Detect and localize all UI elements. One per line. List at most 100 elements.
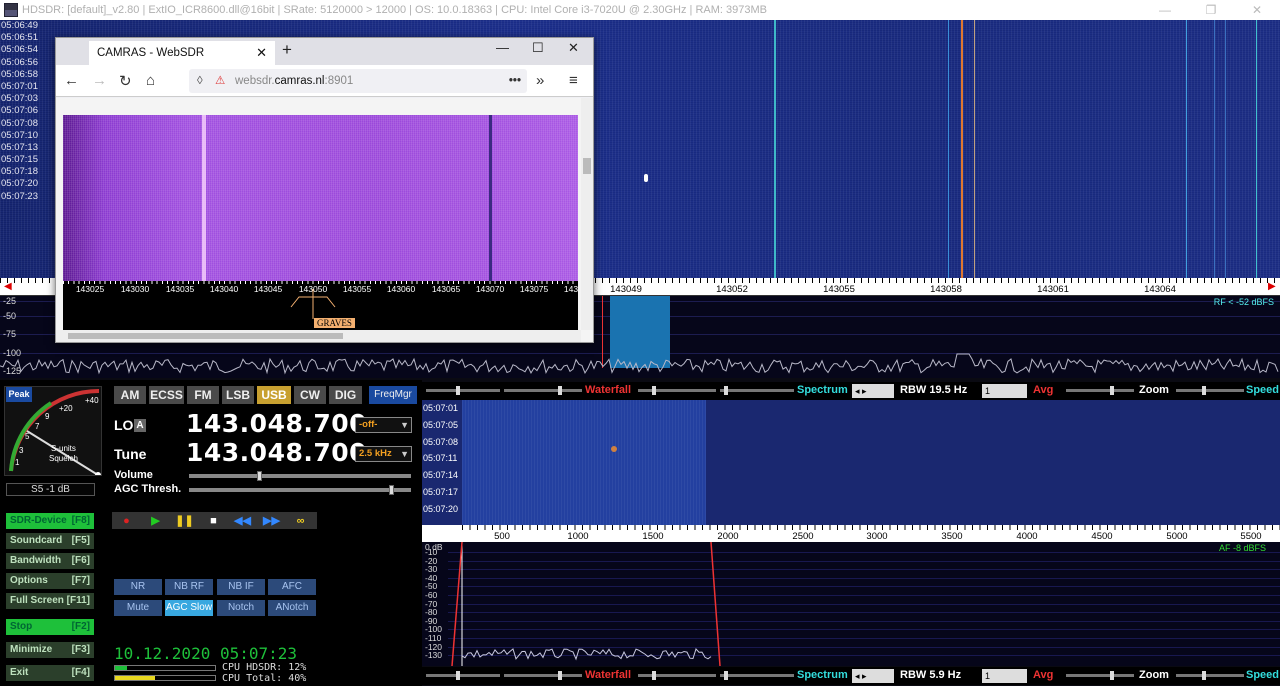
record-icon[interactable]: ●	[112, 515, 141, 527]
websdr-waterfall[interactable]	[63, 115, 578, 281]
slider-knob[interactable]	[257, 471, 262, 481]
browser-tab[interactable]: CAMRAS - WebSDR ✕	[89, 41, 275, 65]
mode-ecss-button[interactable]: ECSS	[149, 386, 184, 404]
page-actions-icon[interactable]: •••	[509, 69, 521, 93]
slider-knob[interactable]	[724, 386, 728, 395]
new-tab-icon[interactable]: +	[282, 40, 292, 60]
horizontal-scrollbar[interactable]	[56, 330, 581, 342]
af-spectrum[interactable]: 0 dB -10 -20 -30 -40 -50 -60 -70 -80 -90 -100 -110…	[422, 542, 1280, 666]
loop-icon[interactable]: ∞	[286, 515, 315, 527]
mute-button[interactable]: Mute	[114, 600, 162, 616]
spectrum-range-slider[interactable]	[720, 386, 794, 395]
scroll-left-icon[interactable]: ◀	[4, 281, 12, 292]
slider-knob[interactable]	[652, 671, 656, 680]
af-waterfall-brightness-slider[interactable]	[504, 671, 582, 680]
full-screen-button[interactable]: Full Screen [F11]	[6, 593, 94, 609]
agc-thresh-slider[interactable]	[189, 485, 411, 495]
mode-usb-button[interactable]: USB	[257, 386, 291, 404]
zoom-slider[interactable]	[1176, 386, 1244, 395]
scrollbar-thumb[interactable]	[68, 333, 343, 339]
mode-am-button[interactable]: AM	[114, 386, 146, 404]
af-rbw-stepper[interactable]: ◂ ▸	[852, 669, 894, 683]
sdr-device-button[interactable]: SDR-Device [F8]	[6, 513, 94, 529]
af-scale-label: 5500	[1240, 531, 1262, 542]
slider-knob[interactable]	[1202, 671, 1206, 680]
slider-knob[interactable]	[558, 671, 562, 680]
slider-knob[interactable]	[456, 671, 460, 680]
minimize-window-icon[interactable]: —	[1142, 0, 1188, 20]
slider-knob[interactable]	[389, 485, 394, 495]
url-bar[interactable]: ◊ ⚠ websdr.camras.nl:8901 •••	[189, 69, 527, 93]
waterfall-contrast-slider[interactable]	[426, 386, 500, 395]
fast-forward-icon[interactable]: ▶▶	[257, 514, 286, 527]
scroll-right-icon[interactable]: ▶	[1268, 281, 1276, 292]
home-icon[interactable]: ⌂	[146, 72, 155, 89]
meter-scale-label: +40	[85, 396, 99, 405]
afc-button[interactable]: AFC	[268, 579, 316, 595]
af-avg-dropdown[interactable]: 1	[982, 669, 1027, 683]
close-tab-icon[interactable]: ✕	[256, 41, 267, 65]
bandwidth-button[interactable]: Bandwidth [F6]	[6, 553, 94, 569]
notch-button[interactable]: Notch	[217, 600, 265, 616]
af-waterfall[interactable]: 05:07:01 05:07:05 05:07:08 05:07:11 05:0…	[422, 400, 1280, 525]
browser-minimize-icon[interactable]: —	[496, 40, 509, 55]
mode-dig-button[interactable]: DIG	[329, 386, 362, 404]
menu-icon[interactable]: ≡	[569, 72, 578, 89]
avg-slider[interactable]	[1066, 386, 1134, 395]
agc-slow-button[interactable]: AGC Slow	[165, 600, 213, 616]
freqmgr-button[interactable]: FreqMgr	[369, 386, 417, 404]
af-zoom-slider[interactable]	[1176, 671, 1244, 680]
lo-frequency[interactable]: 143.048.700	[186, 409, 367, 438]
af-spectrum-level-slider[interactable]	[638, 671, 716, 680]
tune-frequency[interactable]: 143.048.700	[186, 438, 367, 467]
spectrum-level-slider[interactable]	[638, 386, 716, 395]
lo-a-button[interactable]: A	[134, 419, 146, 432]
slider-knob[interactable]	[724, 671, 728, 680]
bandwidth-dropdown[interactable]: 2.5 kHz ▼	[355, 446, 412, 462]
avg-dropdown[interactable]: 1	[982, 384, 1027, 398]
stop-button[interactable]: Stop [F2]	[6, 619, 94, 635]
peak-button[interactable]: Peak	[6, 387, 32, 402]
nr-button[interactable]: NR	[114, 579, 162, 595]
restore-icon[interactable]: ❐	[1188, 0, 1234, 20]
mode-cw-button[interactable]: CW	[294, 386, 326, 404]
scrollbar-thumb[interactable]	[583, 158, 591, 174]
browser-maximize-icon[interactable]: ☐	[532, 40, 544, 56]
af-avg-slider[interactable]	[1066, 671, 1134, 680]
options-button[interactable]: Options [F7]	[6, 573, 94, 589]
stop-icon[interactable]: ■	[199, 515, 228, 527]
forward-icon[interactable]: →	[92, 72, 107, 89]
rbw-stepper[interactable]: ◂ ▸	[852, 384, 894, 398]
close-icon[interactable]: ✕	[1234, 0, 1280, 20]
rewind-icon[interactable]: ◀◀	[228, 514, 257, 527]
shield-icon[interactable]: ◊	[197, 69, 203, 93]
exit-button[interactable]: Exit [F4]	[6, 665, 94, 681]
soundcard-button[interactable]: Soundcard [F5]	[6, 533, 94, 549]
nb-if-button[interactable]: NB IF	[217, 579, 265, 595]
mode-lsb-button[interactable]: LSB	[222, 386, 254, 404]
insecure-lock-icon[interactable]: ⚠	[215, 69, 225, 93]
minimize-button[interactable]: Minimize [F3]	[6, 642, 94, 658]
nb-rf-button[interactable]: NB RF	[165, 579, 213, 595]
slider-knob[interactable]	[652, 386, 656, 395]
slider-knob[interactable]	[558, 386, 562, 395]
anotch-button[interactable]: ANotch	[268, 600, 316, 616]
pause-icon[interactable]: ❚❚	[170, 514, 199, 527]
waterfall-brightness-slider[interactable]	[504, 386, 582, 395]
slider-knob[interactable]	[1110, 386, 1114, 395]
af-waterfall-contrast-slider[interactable]	[426, 671, 500, 680]
browser-close-icon[interactable]: ✕	[568, 40, 579, 56]
slider-knob[interactable]	[1110, 671, 1114, 680]
reload-icon[interactable]: ↻	[119, 72, 132, 90]
vertical-scrollbar[interactable]	[581, 98, 593, 330]
af-spectrum-range-slider[interactable]	[720, 671, 794, 680]
slider-knob[interactable]	[1202, 386, 1206, 395]
slider-knob[interactable]	[456, 386, 460, 395]
back-icon[interactable]: ←	[64, 72, 79, 89]
mode-fm-button[interactable]: FM	[187, 386, 219, 404]
overflow-icon[interactable]: »	[536, 72, 544, 89]
lo-dropdown[interactable]: -off- ▼	[355, 417, 412, 433]
play-icon[interactable]: ▶	[141, 514, 170, 527]
volume-slider[interactable]	[189, 471, 411, 481]
websdr-frequency-scale[interactable]: 143025 143030 143035 143040 143045 14305…	[63, 281, 578, 335]
